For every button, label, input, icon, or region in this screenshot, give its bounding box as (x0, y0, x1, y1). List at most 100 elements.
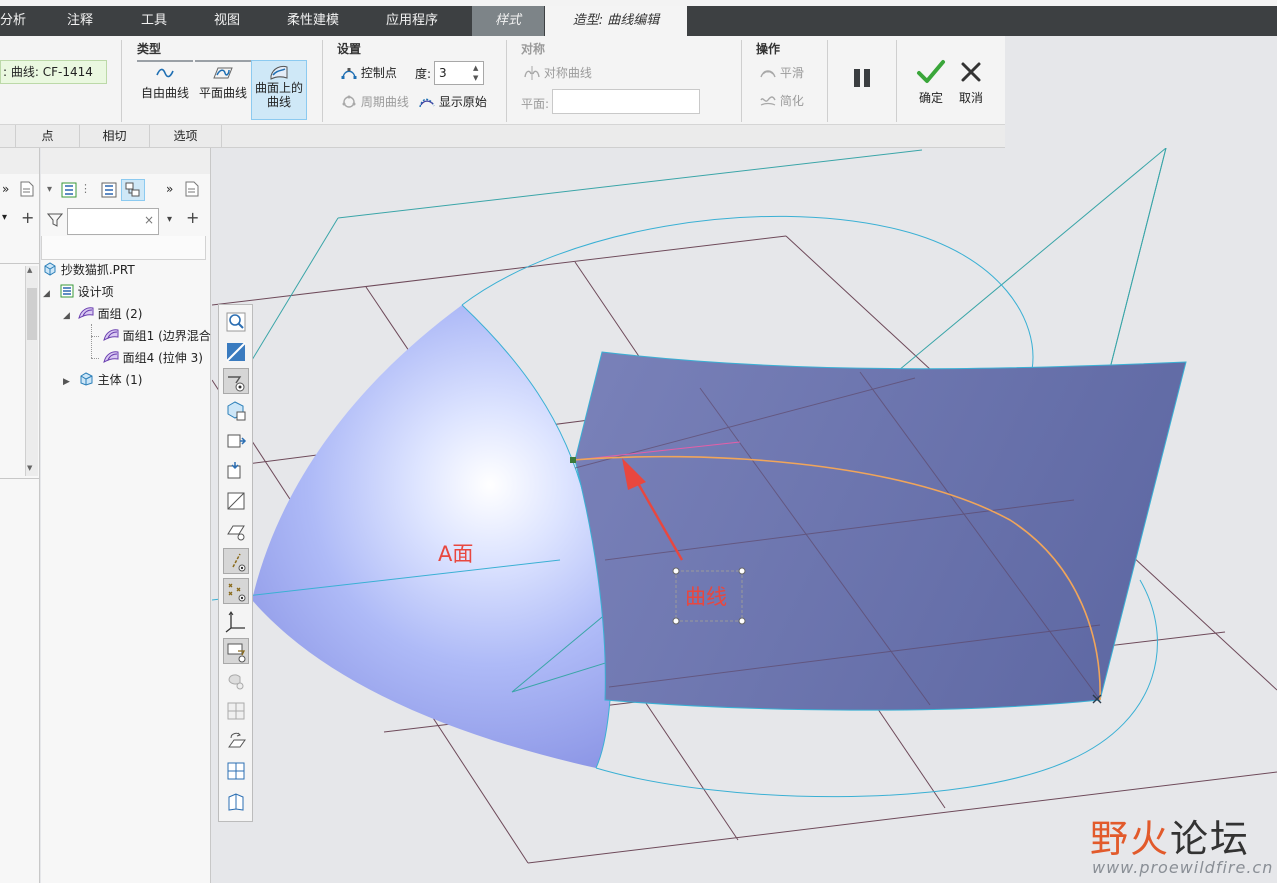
curve-start-point[interactable] (570, 457, 576, 463)
spin-up-icon[interactable]: ▲ (473, 64, 481, 72)
surface-display-button[interactable] (223, 428, 249, 454)
expand-arrow-icon[interactable]: ▶ (63, 377, 70, 387)
model-tree-toolbar (41, 148, 210, 174)
periodic-curve-toggle[interactable]: 周期曲线 (341, 93, 409, 110)
axis-visibility-toggle[interactable] (223, 548, 249, 574)
symmetry-plane-field[interactable] (552, 89, 700, 114)
graphics-window[interactable]: A面 曲线 (212, 148, 1277, 883)
smooth-label: 平滑 (779, 66, 804, 80)
model-viewport[interactable] (212, 148, 1277, 883)
smooth-button[interactable]: 平滑 (760, 64, 804, 81)
free-curve-button[interactable]: 自由曲线 (137, 60, 193, 120)
expand-more-icon[interactable]: » (2, 182, 9, 196)
model-tree-icon[interactable] (61, 182, 77, 198)
simplify-button[interactable]: 简化 (760, 92, 804, 109)
pause-button[interactable] (846, 66, 878, 96)
reference-curve-field[interactable]: : 曲线: CF-1414 (0, 60, 107, 84)
zoom-button[interactable] (223, 309, 249, 335)
dropdown-arrow-icon[interactable]: ▾ (167, 214, 172, 225)
show-original-toggle[interactable]: 显示原始 (419, 93, 487, 110)
control-points-label: 控制点 (360, 66, 397, 80)
tab-flexible-modeling[interactable]: 柔性建模 (287, 6, 357, 36)
scroll-up-icon[interactable]: ▲ (27, 266, 32, 274)
csys-display-button[interactable] (223, 608, 249, 634)
model-tree-pane: ▾ ⋮ » × ▾ + 抄数猫抓.PRT ◢ 设计项 ◢ 面组 (2) 面组1 … (41, 148, 211, 883)
dropdown-arrow-icon[interactable]: ▾ (2, 212, 7, 223)
symmetric-curve-toggle[interactable]: 对称曲线 (524, 64, 592, 81)
watermark-char-2: 火 (1130, 817, 1171, 861)
grid-display-button[interactable] (223, 698, 249, 724)
tree-menu-arrow-icon[interactable]: ▾ (47, 184, 52, 195)
expand-more-icon[interactable]: » (166, 182, 173, 196)
scrollbar-thumb[interactable] (27, 288, 37, 340)
tree-search-input[interactable]: × (67, 208, 159, 235)
tab-analysis[interactable]: 分析 (0, 6, 32, 36)
curve-on-surface-label-2: 曲线 (266, 95, 291, 109)
settings-sheet-icon[interactable] (20, 181, 34, 197)
face-a-surface[interactable] (252, 305, 610, 768)
tree-item-quilts[interactable]: ◢ 面组 (2) (63, 304, 142, 324)
spin-down-icon[interactable]: ▼ (473, 74, 481, 82)
add-icon[interactable]: + (186, 208, 199, 227)
settings-sheet-icon[interactable] (185, 181, 199, 197)
reference-display-button[interactable] (223, 458, 249, 484)
spin-center-button[interactable] (223, 668, 249, 694)
tree-item-quilt-1[interactable]: 面组1 (边界混合 (91, 326, 211, 346)
cancel-button[interactable]: 取消 (953, 58, 989, 108)
more-options-icon[interactable]: ⋮ (80, 182, 91, 195)
scrollbar[interactable]: ▲ ▼ (25, 266, 38, 476)
plane-visibility-button[interactable] (223, 518, 249, 544)
control-points-toggle[interactable]: 控制点 (341, 64, 397, 81)
reorient-plane-button[interactable] (223, 728, 249, 754)
curve-on-surface-button[interactable]: 曲面上的 曲线 (251, 60, 307, 120)
clear-icon[interactable]: × (144, 213, 154, 227)
filter-icon[interactable] (47, 212, 63, 228)
tree-view-icon[interactable] (101, 182, 117, 198)
plane-display-button[interactable] (223, 488, 249, 514)
confirm-button[interactable]: 确定 (912, 58, 950, 108)
axis-eye-icon (232, 553, 246, 572)
periodic-curve-label: 周期曲线 (360, 95, 409, 109)
spin-center-icon (228, 674, 244, 690)
scroll-down-icon[interactable]: ▼ (27, 464, 32, 472)
view-plane-button[interactable] (223, 339, 249, 365)
control-points-icon (341, 68, 357, 79)
add-icon[interactable]: + (21, 208, 34, 227)
point-visibility-toggle[interactable] (223, 578, 249, 604)
button-indicator-bar (195, 60, 251, 62)
annotation-eye-icon (227, 643, 246, 663)
plane-icon (227, 492, 245, 510)
simplify-label: 简化 (779, 94, 804, 108)
tree-item-bodies[interactable]: ▶ 主体 (1) (63, 370, 142, 390)
curve-display-toggle[interactable] (223, 368, 249, 394)
tab-style-curve-edit[interactable]: 造型: 曲线编辑 (545, 6, 687, 36)
degree-spinner[interactable]: 3 ▲ ▼ (434, 61, 484, 85)
subtab-reference[interactable] (0, 125, 16, 147)
tab-applications[interactable]: 应用程序 (386, 6, 456, 36)
group-divider (741, 40, 742, 122)
show-original-label: 显示原始 (438, 95, 487, 109)
tab-view[interactable]: 视图 (214, 6, 254, 36)
mirror-view-button[interactable] (223, 788, 249, 814)
tree-item-root[interactable]: 抄数猫抓.PRT (43, 260, 135, 280)
quilt-icon (103, 351, 119, 363)
collapse-arrow-icon[interactable]: ◢ (63, 311, 70, 321)
tab-annotate[interactable]: 注释 (67, 6, 107, 36)
multi-view-icon (227, 762, 245, 780)
datum-display-button[interactable] (223, 398, 249, 424)
tree-item-design-items[interactable]: ◢ 设计项 (43, 282, 114, 302)
layer-view-button[interactable] (121, 179, 145, 201)
planar-curve-button[interactable]: 平面曲线 (195, 60, 251, 120)
tab-style[interactable]: 样式 (472, 6, 544, 36)
collapse-arrow-icon[interactable]: ◢ (43, 289, 50, 299)
annotation-visibility-toggle[interactable] (223, 638, 249, 664)
multi-view-button[interactable] (223, 758, 249, 784)
subtab-tangent[interactable]: 相切 (80, 125, 150, 147)
subtab-points[interactable]: 点 (16, 125, 80, 147)
curve-annotation[interactable]: 曲线 (685, 581, 727, 611)
symmetric-curve-icon (524, 66, 540, 80)
tree-item-quilt-4[interactable]: 面组4 (拉伸 3) (91, 348, 203, 368)
tab-tools[interactable]: 工具 (141, 6, 181, 36)
subtab-options[interactable]: 选项 (150, 125, 222, 147)
operations-group-title: 操作 (756, 42, 781, 56)
